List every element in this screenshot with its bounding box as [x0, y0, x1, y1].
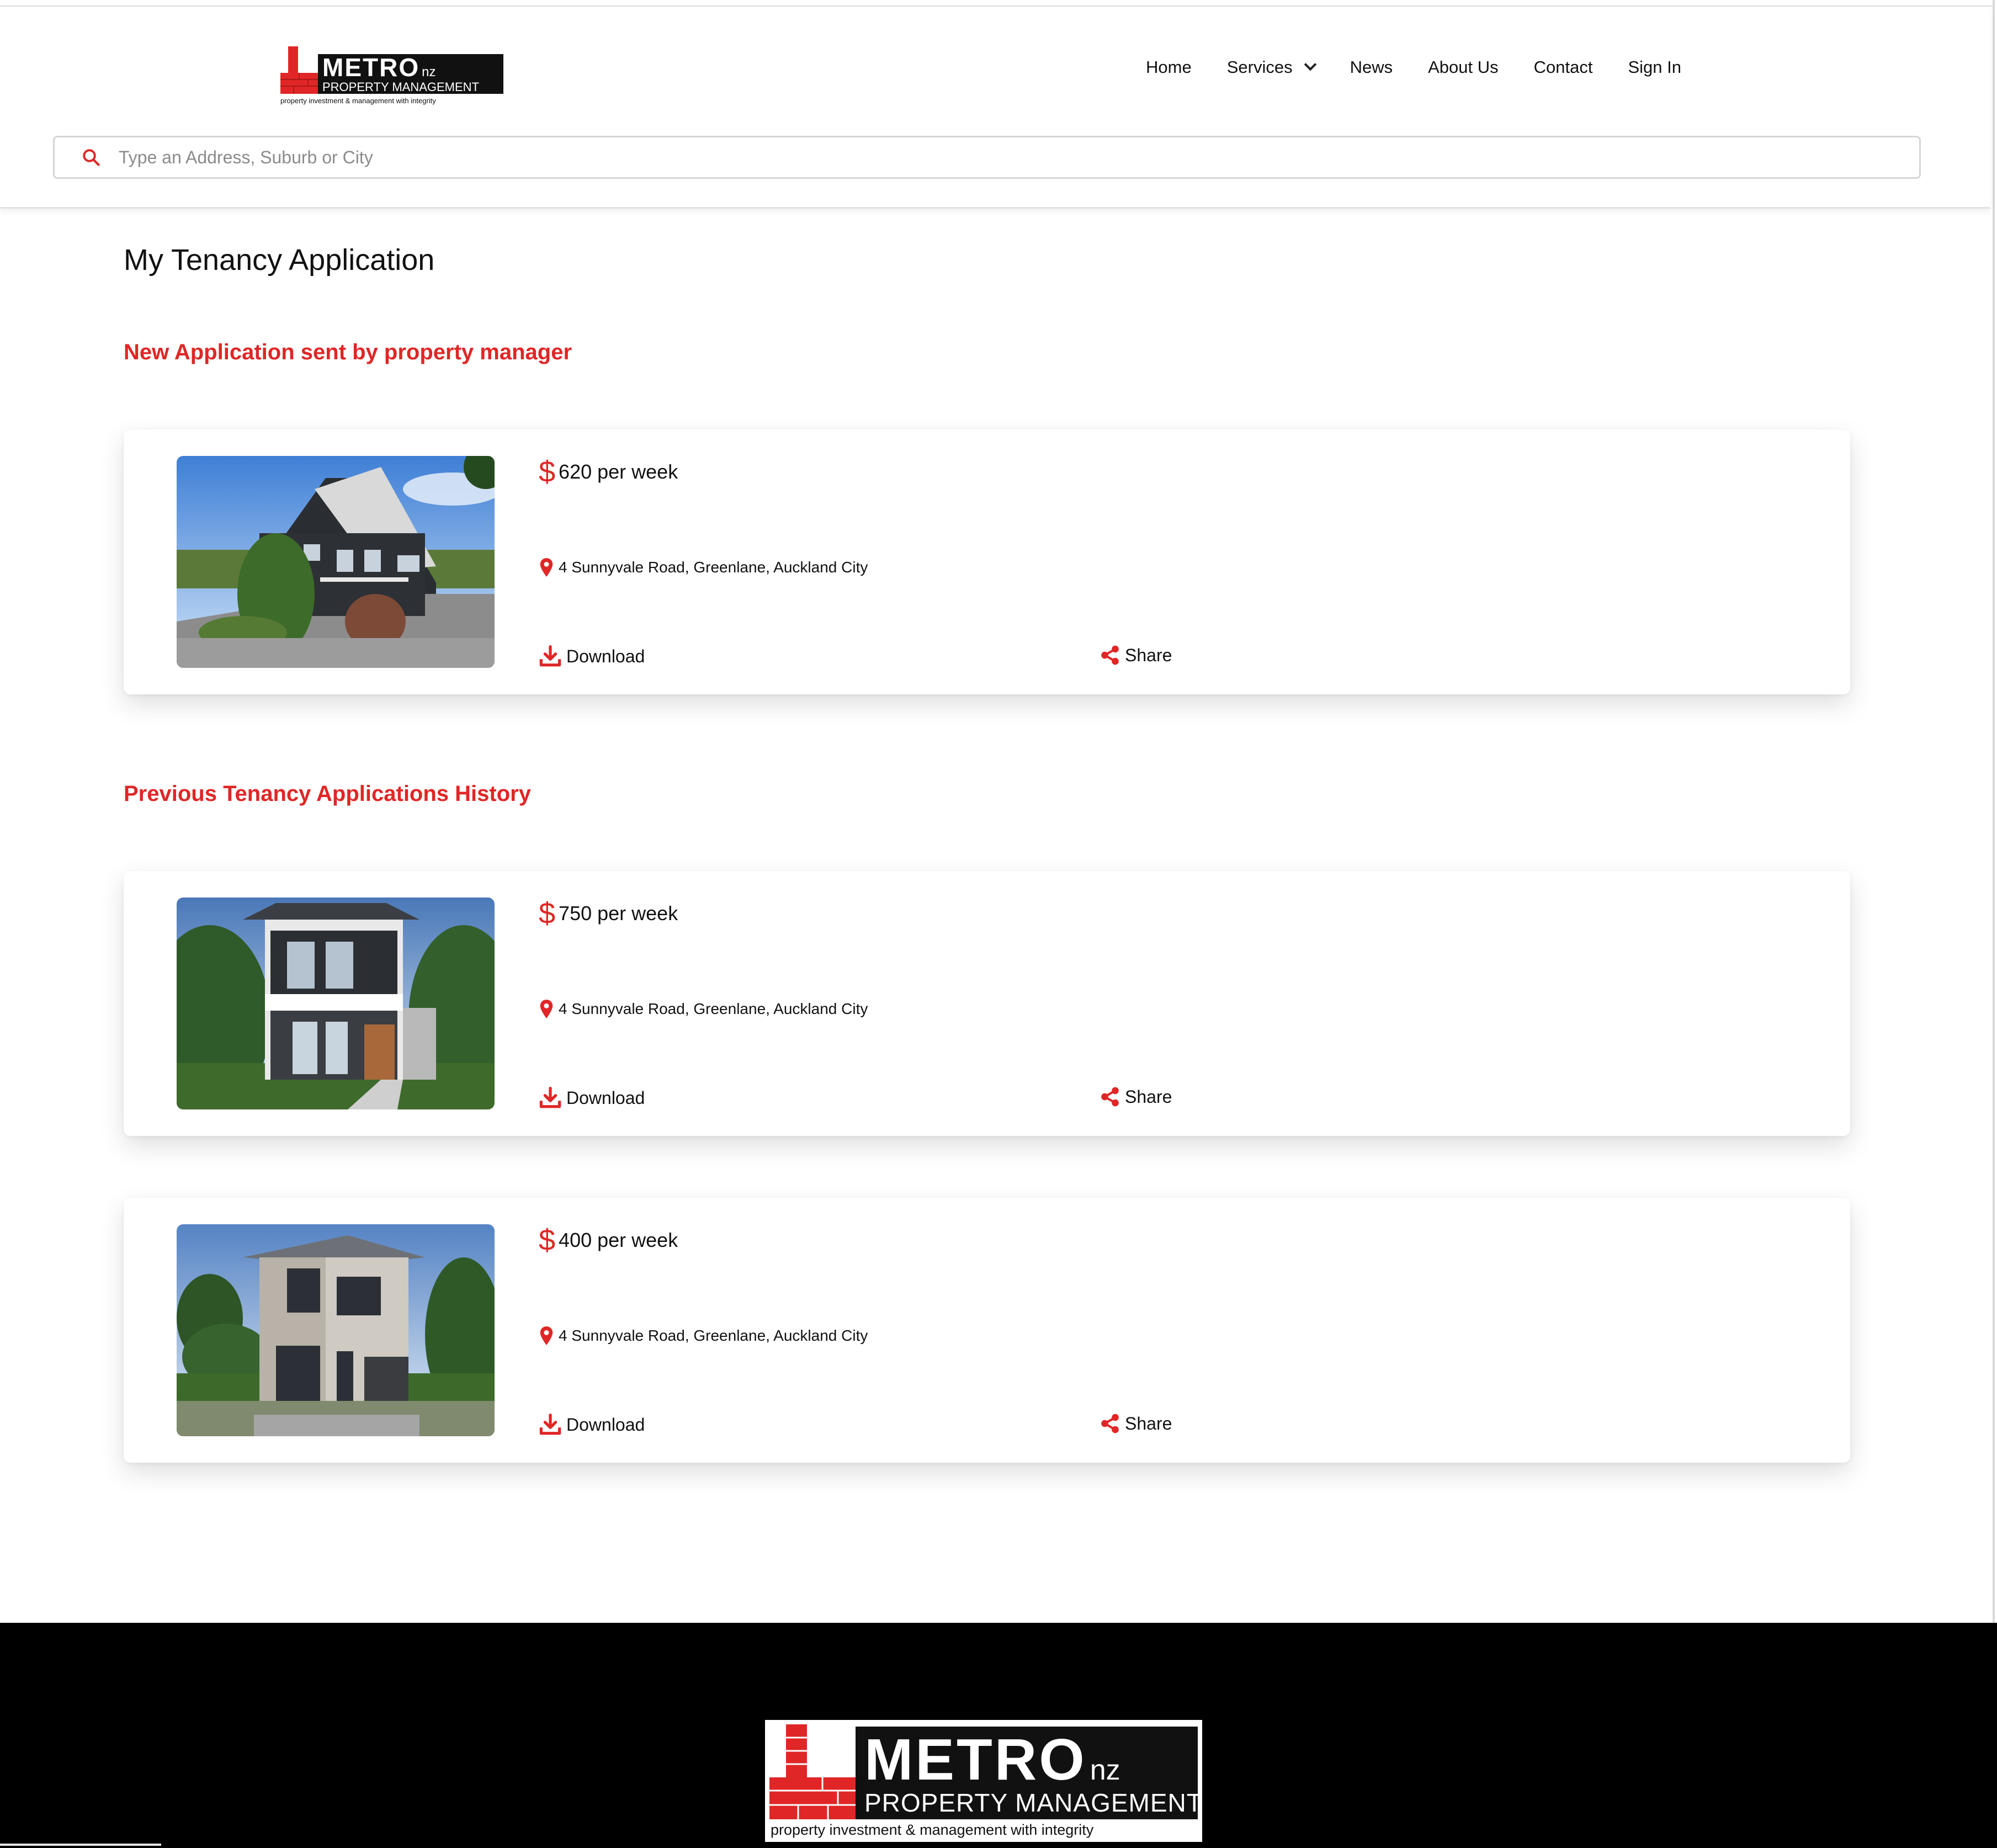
price: $ 620 per week — [539, 457, 678, 487]
property-photo — [177, 898, 495, 1109]
share-icon — [1101, 1087, 1119, 1107]
price-amount: 620 per week — [559, 460, 678, 483]
share-button[interactable]: Share — [1100, 1086, 1172, 1107]
search-bar[interactable] — [53, 136, 1921, 179]
top-border — [0, 0, 1993, 7]
location-pin-icon — [540, 1000, 553, 1018]
site-footer: METRO nz PROPERTY MANAGEMENT property inv… — [0, 1623, 1997, 1848]
share-icon — [1101, 1414, 1119, 1433]
nav-sign-in[interactable]: Sign In — [1628, 57, 1681, 77]
header-logo[interactable]: METRO nz PROPERTY MANAGEMENT property inv… — [280, 46, 503, 104]
location-pin-icon — [540, 558, 553, 577]
nav-services-label: Services — [1226, 57, 1293, 77]
download-button[interactable]: Download — [539, 1086, 645, 1109]
nav-services[interactable]: Services — [1226, 57, 1316, 77]
price-amount: 750 per week — [559, 902, 678, 925]
page-scrollbar-edge — [1993, 0, 1995, 1623]
logo-subtitle: PROPERTY MANAGEMENT — [322, 80, 480, 94]
nav-news-label: News — [1350, 57, 1393, 77]
address: 4 Sunnyvale Road, Greenlane, Auckland Ci… — [539, 1326, 868, 1346]
footer-logo[interactable]: METRO nz PROPERTY MANAGEMENT property inv… — [765, 1720, 1202, 1842]
share-button[interactable]: Share — [1100, 645, 1172, 666]
download-label: Download — [566, 1414, 645, 1435]
nav-about-us[interactable]: About Us — [1428, 57, 1499, 77]
dollar-icon: $ — [539, 1224, 556, 1257]
share-label: Share — [1125, 1086, 1172, 1107]
nav-about-us-label: About Us — [1428, 57, 1499, 77]
site-header: METRO nz PROPERTY MANAGEMENT property inv… — [0, 7, 1990, 209]
history-heading: Previous Tenancy Applications History — [124, 782, 531, 806]
download-icon — [539, 1413, 561, 1435]
location-pin-icon — [540, 1326, 553, 1345]
footer-bottom-line — [0, 1844, 161, 1846]
main-nav: Home Services News About Us Contact Sign… — [1146, 55, 1681, 79]
download-button[interactable]: Download — [539, 645, 645, 668]
logo-text: METRO — [322, 53, 420, 82]
page-title: My Tenancy Application — [124, 243, 435, 277]
download-icon — [539, 1086, 561, 1108]
download-button[interactable]: Download — [539, 1413, 645, 1436]
address: 4 Sunnyvale Road, Greenlane, Auckland Ci… — [539, 999, 868, 1019]
application-card-new[interactable]: $ 620 per week 4 Sunnyvale Road, Greenla… — [124, 429, 1850, 694]
nav-contact[interactable]: Contact — [1534, 57, 1593, 77]
logo-mark-icon — [280, 46, 318, 94]
logo-tagline: property investment & management with in… — [280, 97, 436, 105]
search-icon — [83, 149, 100, 166]
logo-suffix: nz — [1090, 1754, 1120, 1786]
address-text: 4 Sunnyvale Road, Greenlane, Auckland Ci… — [559, 1000, 868, 1017]
share-label: Share — [1125, 1413, 1172, 1433]
logo-tagline: property investment & management with in… — [771, 1822, 1094, 1838]
property-photo — [177, 1224, 495, 1436]
price: $ 750 per week — [539, 899, 678, 928]
application-card-history[interactable]: $ 400 per week 4 Sunnyvale Road, Greenla… — [124, 1198, 1850, 1463]
search-input[interactable] — [119, 147, 1885, 168]
nav-sign-in-label: Sign In — [1628, 57, 1681, 77]
dollar-icon: $ — [539, 897, 556, 930]
chevron-down-icon — [1304, 58, 1316, 71]
download-label: Download — [566, 1087, 645, 1108]
share-button[interactable]: Share — [1100, 1413, 1172, 1434]
logo-wordmark: METRO nz PROPERTY MANAGEMENT — [856, 1727, 1203, 1819]
nav-news[interactable]: News — [1350, 57, 1393, 77]
nav-home[interactable]: Home — [1146, 57, 1192, 77]
new-application-heading: New Application sent by property manager — [124, 340, 572, 364]
price: $ 400 per week — [539, 1225, 678, 1255]
download-label: Download — [566, 646, 645, 666]
nav-contact-label: Contact — [1533, 57, 1593, 77]
logo-text: METRO — [864, 1727, 1087, 1792]
nav-home-label: Home — [1146, 57, 1192, 77]
application-card-history[interactable]: $ 750 per week 4 Sunnyvale Road, Greenla… — [124, 871, 1850, 1136]
dollar-icon: $ — [539, 455, 556, 488]
address: 4 Sunnyvale Road, Greenlane, Auckland Ci… — [539, 557, 868, 577]
logo-subtitle: PROPERTY MANAGEMENT — [864, 1788, 1203, 1817]
property-photo — [177, 456, 495, 668]
share-icon — [1101, 645, 1119, 665]
logo-suffix: nz — [422, 65, 436, 79]
download-icon — [539, 645, 561, 667]
address-text: 4 Sunnyvale Road, Greenlane, Auckland Ci… — [559, 559, 868, 576]
logo-wordmark: METRO nz PROPERTY MANAGEMENT — [318, 54, 503, 94]
logo-mark-icon — [769, 1724, 856, 1819]
price-amount: 400 per week — [559, 1229, 678, 1251]
address-text: 4 Sunnyvale Road, Greenlane, Auckland Ci… — [559, 1327, 868, 1344]
share-label: Share — [1125, 645, 1172, 665]
